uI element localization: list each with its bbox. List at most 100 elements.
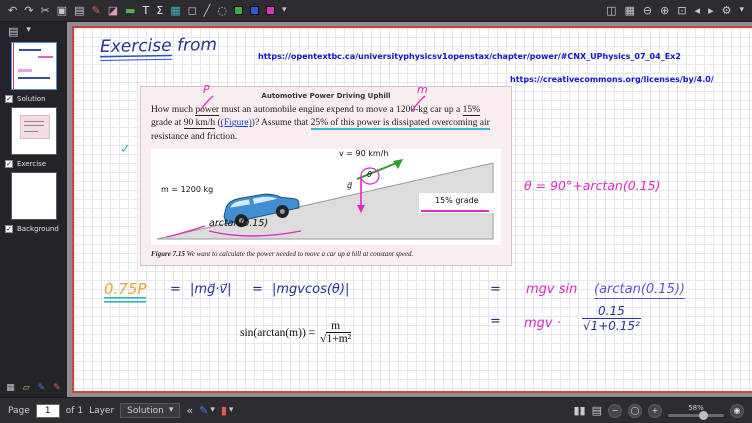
- settings-icon[interactable]: ⚙: [722, 5, 732, 16]
- cut-icon[interactable]: ✂: [40, 5, 49, 16]
- mass-label: m = 1200 kg: [161, 185, 213, 194]
- source-url-link[interactable]: https://opentextbc.ca/universityphysicsv…: [258, 52, 681, 61]
- text-segment: grade at: [151, 118, 184, 128]
- layer-visibility-checkbox[interactable]: ✓: [5, 225, 13, 233]
- pen-options-caret-icon[interactable]: ▾: [282, 6, 287, 15]
- copy-icon[interactable]: ▣: [57, 5, 67, 16]
- blue-pen-icon[interactable]: ✎: [38, 384, 46, 393]
- zoom-in-icon[interactable]: ⊕: [660, 5, 669, 16]
- mgv-term: mgv ·: [524, 316, 561, 331]
- latex-tool-icon[interactable]: Σ: [156, 5, 163, 16]
- layer-thumbnail-solution[interactable]: [11, 42, 57, 90]
- grid-view-icon[interactable]: ▦: [624, 5, 634, 16]
- preview-pane-icon[interactable]: ▤: [8, 26, 18, 37]
- quick-pen-button[interactable]: ✎ ▾: [199, 405, 215, 416]
- layer-thumbnail-exercise[interactable]: [11, 107, 57, 155]
- zoom-fit-icon[interactable]: ⊡: [677, 5, 686, 16]
- gravity-vector-label: g⃗: [347, 181, 352, 190]
- check-annotation: ✓: [120, 142, 131, 157]
- next-page-icon[interactable]: ▸: [708, 5, 714, 16]
- sqrt-sign: √: [583, 319, 591, 333]
- color-swatch-green[interactable]: [234, 6, 243, 15]
- layer-row-background[interactable]: ✓ Background: [0, 223, 59, 234]
- eraser-tool-icon[interactable]: ◪: [108, 5, 118, 16]
- latex-formula[interactable]: sin(arctan(m)) = m √1+m²: [240, 320, 351, 345]
- marker-icon: ▮: [221, 405, 227, 416]
- preview-pane-caret-icon[interactable]: ▾: [26, 26, 31, 37]
- handwritten-title: Exercise from: [100, 35, 217, 57]
- folder-icon[interactable]: ▱: [23, 384, 30, 393]
- ratio-fraction: 0.15 √1+0.15²: [582, 304, 641, 333]
- title-word-from: from: [177, 35, 217, 56]
- layer-thumbnail-background[interactable]: [11, 172, 57, 220]
- zoom-in-button[interactable]: +: [648, 404, 662, 418]
- toolbar-overflow-caret-icon[interactable]: ▾: [739, 6, 744, 15]
- equals-sign-3: =: [490, 282, 501, 297]
- layer-preview-sidebar: ▤ ▾ ✓ Solution ✓ Exer: [0, 22, 67, 397]
- document-page[interactable]: Exercise from https://opentextbc.ca/univ…: [72, 26, 752, 393]
- layer-select-value: Solution: [127, 406, 164, 416]
- paste-icon[interactable]: ▤: [74, 5, 84, 16]
- cosine-term: |mgvcos(θ)|: [272, 282, 349, 297]
- theta-equation: θ = 90°+arctan(0.15): [524, 178, 660, 193]
- license-url-link[interactable]: https://creativecommons.org/licenses/by/…: [510, 75, 714, 84]
- ruler-tool-icon[interactable]: ╱: [204, 5, 211, 16]
- page-number-input[interactable]: [36, 404, 60, 418]
- text-segment-underlined: 90 km/h: [184, 118, 215, 129]
- color-swatch-magenta[interactable]: [266, 6, 275, 15]
- overflow-chevron-icon[interactable]: «: [186, 405, 193, 416]
- latex-denominator: √1+m²: [320, 333, 351, 345]
- figure-link[interactable]: (Figure): [221, 118, 252, 128]
- fraction-numerator: 0.15: [582, 304, 641, 319]
- figure-caption: Figure 7.15 We want to calculate the pow…: [151, 250, 503, 258]
- zoom-control: 58%: [668, 405, 724, 417]
- caption-rest: We want to calculate the power needed to…: [185, 250, 413, 258]
- layer-row-exercise[interactable]: ✓ Exercise: [0, 158, 46, 169]
- xournal-window: ↶ ↷ ✂ ▣ ▤ ✎ ◪ ▬ T Σ ▦ ◻ ╱ ◌ ▾ ◫ ▦ ⊖ ⊕ ⊡ …: [0, 0, 752, 423]
- layer-label: Background: [17, 225, 59, 233]
- zoom-out-button[interactable]: −: [608, 404, 622, 418]
- equals-sign-1: =: [170, 282, 181, 297]
- sine-term: mgv sin: [526, 282, 577, 297]
- text-segment-teal-underline: 25% of this power is dissipated overcomi…: [311, 118, 490, 130]
- highlighter-tool-icon[interactable]: ▬: [125, 5, 135, 16]
- zoom-original-button[interactable]: ◯: [628, 404, 642, 418]
- pen-tool-icon[interactable]: ✎: [91, 5, 100, 16]
- layer-visibility-checkbox[interactable]: ✓: [5, 160, 13, 168]
- split-view-icon[interactable]: ◫: [606, 5, 616, 16]
- equals-sign-4: =: [490, 314, 501, 329]
- text-segment: resistance and friction.: [151, 132, 237, 142]
- color-swatch-blue[interactable]: [250, 6, 259, 15]
- pen-icon: ✎: [199, 405, 208, 416]
- theta-label: θ: [367, 170, 372, 179]
- redo-icon[interactable]: ↷: [24, 5, 33, 16]
- layer-row-solution[interactable]: ✓ Solution: [0, 93, 46, 104]
- lasso-tool-icon[interactable]: ◌: [217, 5, 227, 16]
- status-bar: Page of 1 Layer Solution ▾ « ✎ ▾ ▮ ▾ ▮▮ …: [0, 397, 752, 423]
- canvas-area: Exercise from https://opentextbc.ca/univ…: [67, 22, 752, 397]
- quick-marker-button[interactable]: ▮ ▾: [221, 405, 234, 416]
- shapes-tool-icon[interactable]: ◻: [188, 5, 197, 16]
- top-toolbar: ↶ ↷ ✂ ▣ ▤ ✎ ◪ ▬ T Σ ▦ ◻ ╱ ◌ ▾ ◫ ▦ ⊖ ⊕ ⊡ …: [0, 0, 752, 22]
- zoom-fit-button[interactable]: ◉: [730, 404, 744, 418]
- page-count-label: of 1: [66, 406, 83, 416]
- text-tool-icon[interactable]: T: [143, 5, 150, 16]
- latex-fraction: m √1+m²: [320, 320, 351, 345]
- layer-select[interactable]: Solution ▾: [120, 403, 180, 418]
- layer-visibility-checkbox[interactable]: ✓: [5, 95, 13, 103]
- layer-label: Layer: [89, 406, 114, 416]
- prev-page-icon[interactable]: ◂: [695, 5, 701, 16]
- annotation-m-arrow: [409, 95, 429, 113]
- image-tool-icon[interactable]: ▦: [170, 5, 180, 16]
- split-pages-icon[interactable]: ▮▮: [573, 405, 585, 416]
- zoom-slider[interactable]: [668, 414, 724, 417]
- zoom-slider-knob[interactable]: [699, 411, 708, 420]
- arctan-annotation: arctan(0.15): [209, 218, 268, 229]
- undo-icon[interactable]: ↶: [8, 5, 17, 16]
- zoom-out-icon[interactable]: ⊖: [643, 5, 652, 16]
- problem-image-card[interactable]: Automotive Power Driving Uphill P m How …: [140, 86, 512, 266]
- pages-grid-icon[interactable]: ▦: [6, 384, 15, 393]
- page-layout-icon[interactable]: ▤: [592, 405, 602, 416]
- red-pen-icon[interactable]: ✎: [53, 384, 61, 393]
- layer-label: Solution: [17, 95, 46, 103]
